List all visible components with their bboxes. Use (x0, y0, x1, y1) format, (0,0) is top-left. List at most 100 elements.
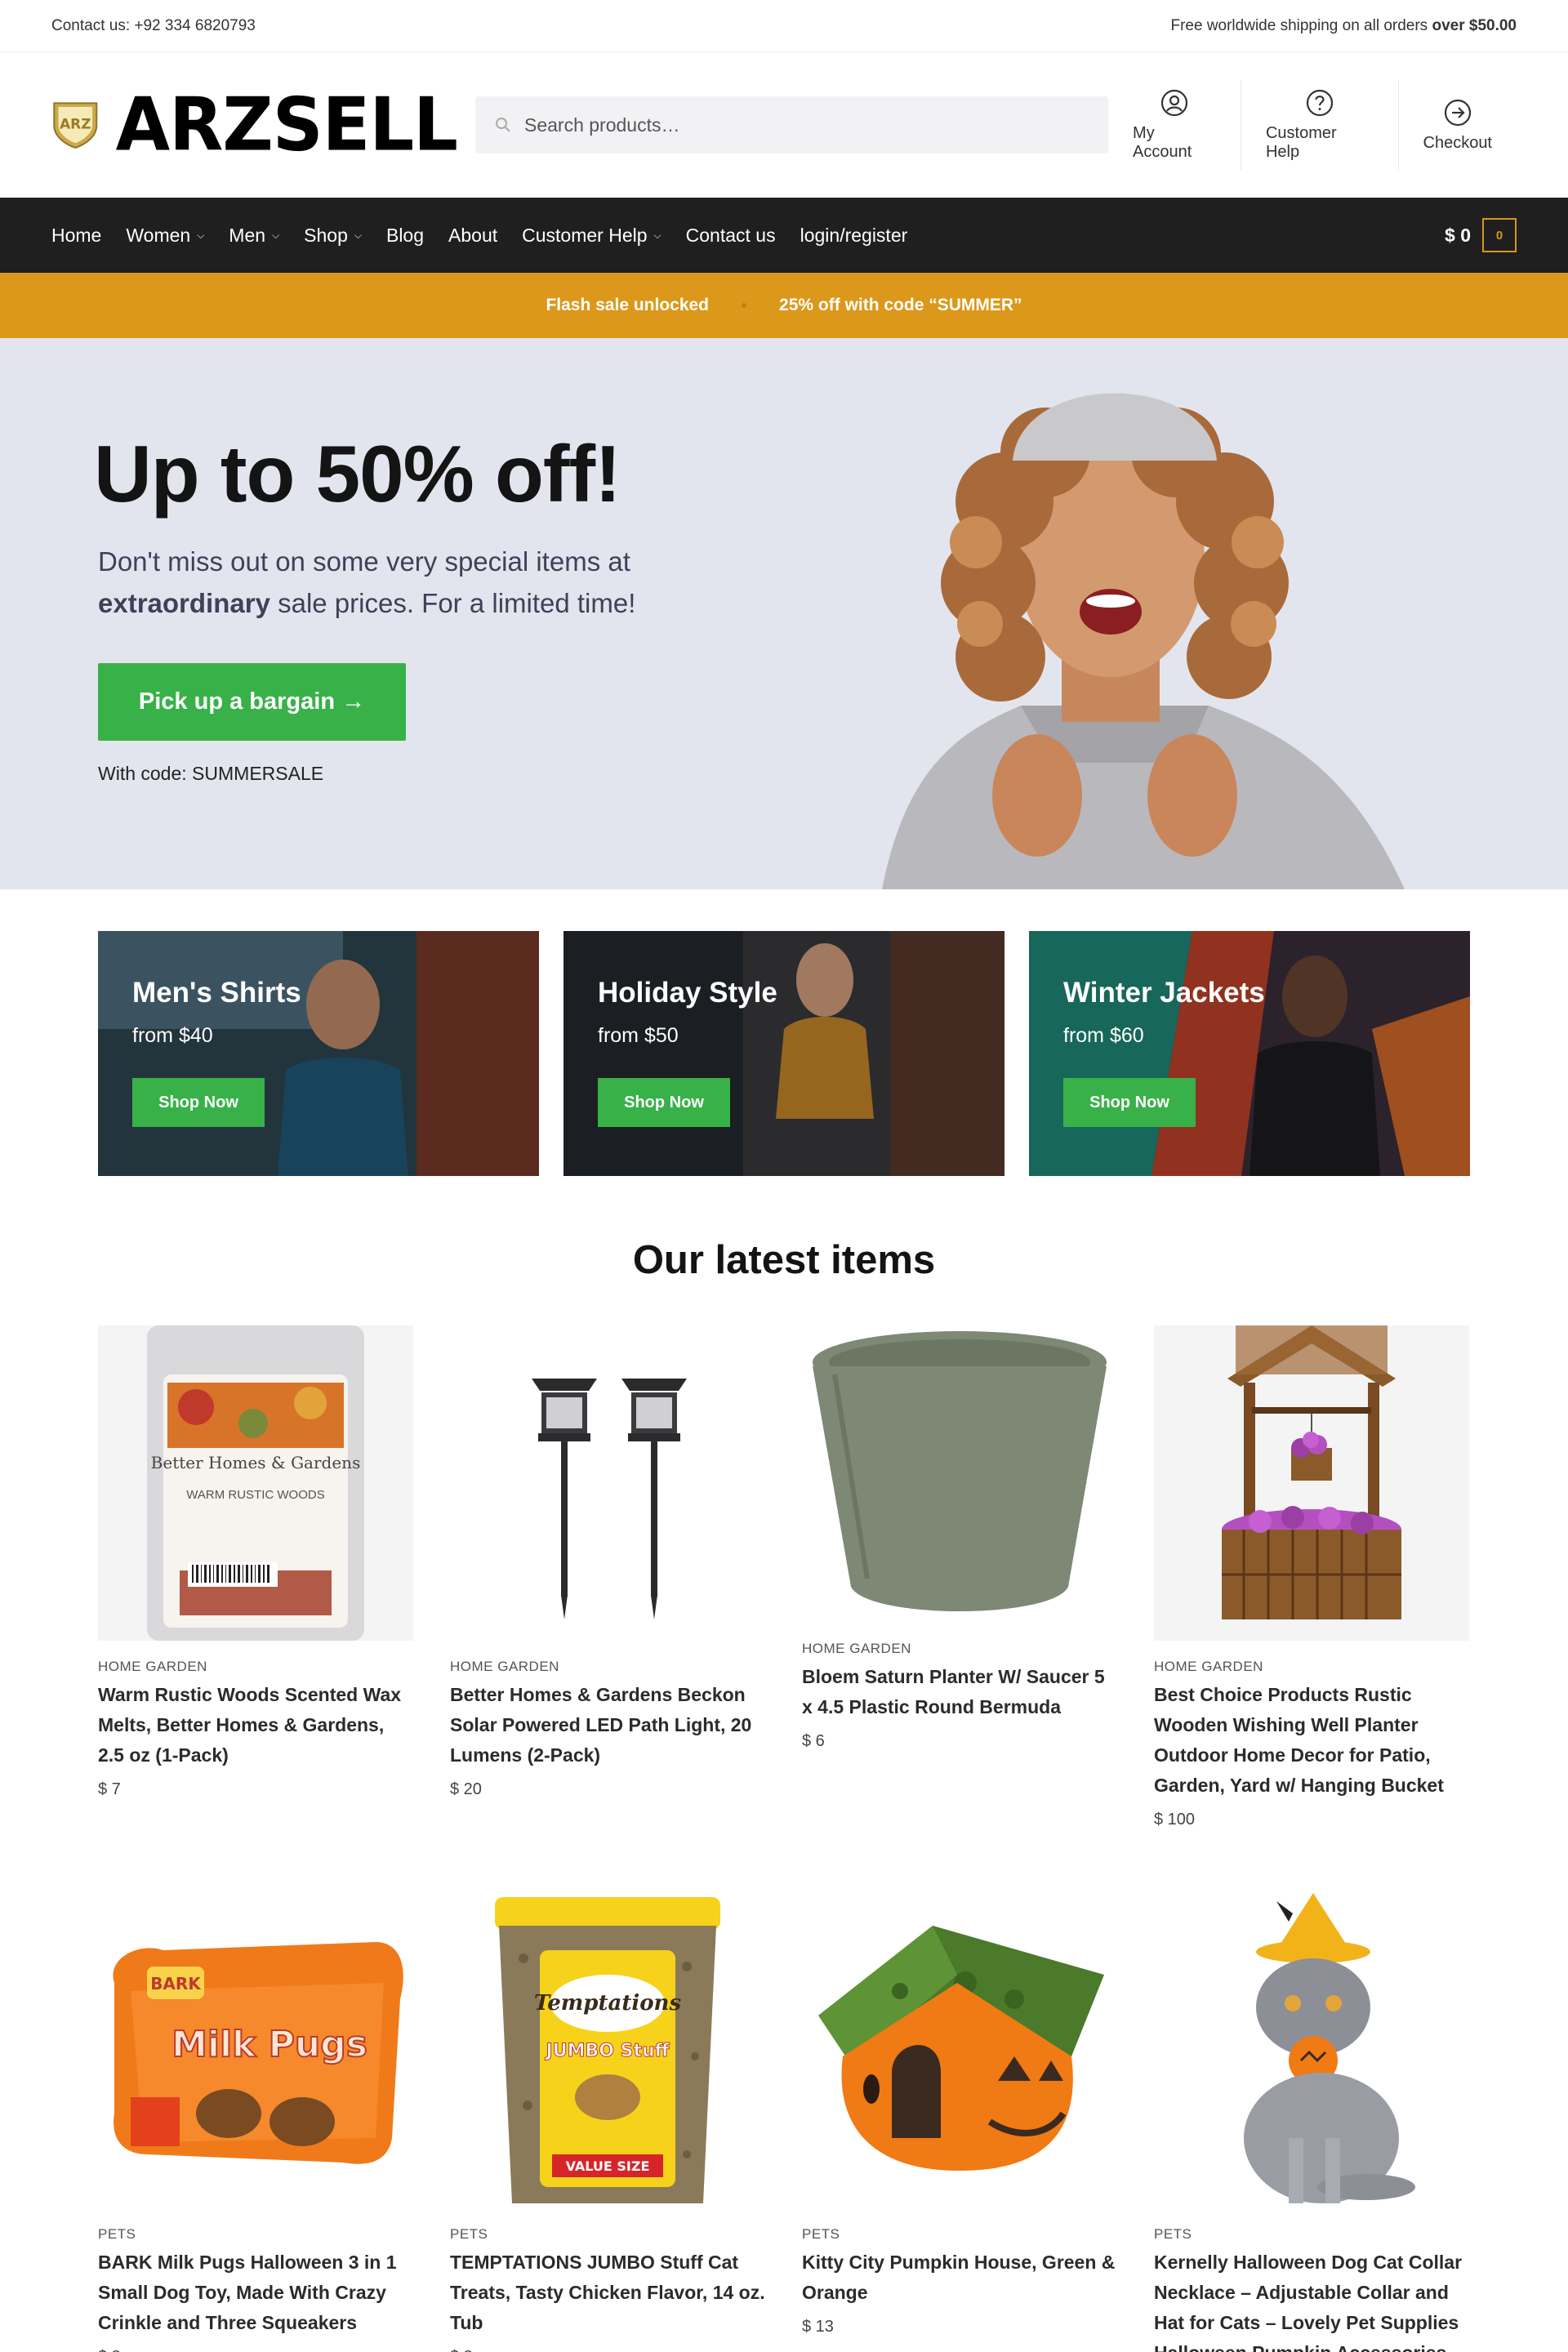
chevron-down-icon: ⌵ (653, 229, 662, 241)
search-icon (496, 118, 510, 132)
nav-item-men[interactable]: Men ⌵ (229, 225, 279, 247)
promo-left-text: Flash sale unlocked (546, 296, 710, 314)
nav-item-home[interactable]: Home (51, 225, 101, 247)
site-logo[interactable]: ARZ ARZSELL (51, 82, 458, 168)
product-name[interactable]: Better Homes & Gardens Beckon Solar Powe… (450, 1680, 765, 1771)
product-category[interactable]: HOME GARDEN (98, 1659, 413, 1675)
logo-shield-icon: ARZ (53, 102, 98, 149)
product-image[interactable] (1154, 1325, 1469, 1641)
product-card[interactable]: HOME GARDEN Better Homes & Gardens Becko… (450, 1325, 765, 1829)
product-label-text: VALUE SIZE (566, 2158, 650, 2174)
product-category[interactable]: PETS (450, 2226, 765, 2243)
checkout-link[interactable]: Checkout (1397, 80, 1517, 170)
nav-item-login[interactable]: login/register (800, 225, 908, 247)
chevron-down-icon: ⌵ (197, 229, 205, 241)
product-card[interactable]: PETS Kernelly Halloween Dog Cat Collar N… (1154, 1893, 1469, 2352)
product-category[interactable]: PETS (98, 2226, 413, 2243)
promo-right-text: 25% off with code “SUMMER” (779, 296, 1022, 314)
hero-title: Up to 50% off! (94, 429, 621, 519)
product-card[interactable]: PETS Kitty City Pumpkin House, Green & O… (802, 1893, 1117, 2352)
product-label-text: Milk Pugs (172, 2024, 368, 2065)
product-image[interactable]: BARK Milk Pugs (98, 1893, 413, 2208)
logo-text: ARZSELL (115, 82, 458, 168)
product-name[interactable]: Kitty City Pumpkin House, Green & Orange (802, 2247, 1117, 2308)
nav-item-blog[interactable]: Blog (386, 225, 424, 247)
svg-text:ARZ: ARZ (60, 116, 91, 132)
product-name[interactable]: TEMPTATIONS JUMBO Stuff Cat Treats, Tast… (450, 2247, 765, 2338)
product-price: $ 8 (450, 2348, 765, 2352)
nav-item-customer-help[interactable]: Customer Help ⌵ (522, 225, 662, 247)
tile-background-image (564, 931, 1004, 1176)
my-account-label: My Account (1133, 124, 1192, 161)
product-grid-row: BARK Milk Pugs PETS BARK Milk Pugs Hallo… (98, 1893, 1470, 2352)
product-image[interactable] (802, 1893, 1117, 2208)
product-name[interactable]: Bloem Saturn Planter W/ Saucer 5 x 4.5 P… (802, 1662, 1117, 1722)
product-label-text: Temptations (534, 1991, 682, 2016)
customer-help-link[interactable]: Customer Help (1240, 80, 1398, 170)
product-category[interactable]: HOME GARDEN (450, 1659, 765, 1675)
search-bar[interactable] (475, 96, 1109, 154)
site-header: ARZ ARZSELL My Account Customer Help Che… (0, 52, 1568, 198)
category-tiles: Men's Shirts from $40 Shop Now Holiday S… (98, 931, 1470, 1176)
top-bar: Contact us: +92 334 6820793 Free worldwi… (0, 0, 1568, 52)
shop-now-button[interactable]: Shop Now (598, 1078, 730, 1127)
product-category[interactable]: HOME GARDEN (802, 1641, 1117, 1657)
tile-price: from $60 (1063, 1024, 1144, 1047)
cart-total: $ 0 (1445, 224, 1471, 246)
cart-count-badge: 0 (1482, 218, 1517, 252)
nav-item-about[interactable]: About (448, 225, 497, 247)
product-name[interactable]: Warm Rustic Woods Scented Wax Melts, Bet… (98, 1680, 413, 1771)
product-card[interactable]: BARK Milk Pugs PETS BARK Milk Pugs Hallo… (98, 1893, 413, 2352)
chevron-down-icon: ⌵ (272, 229, 280, 241)
chevron-down-icon: ⌵ (354, 229, 362, 241)
arrow-right-circle-icon (1444, 99, 1471, 126)
product-price: $ 6 (802, 1732, 825, 1750)
tile-background-image (1029, 931, 1470, 1176)
tile-title: Winter Jackets (1063, 977, 1265, 1009)
product-name[interactable]: Best Choice Products Rustic Wooden Wishi… (1154, 1680, 1469, 1801)
category-tile-winter-jackets[interactable]: Winter Jackets from $60 Shop Now (1029, 931, 1470, 1176)
product-price: $ 7 (98, 1780, 121, 1798)
search-input[interactable] (524, 114, 1047, 136)
nav-item-women[interactable]: Women ⌵ (126, 225, 204, 247)
product-image[interactable] (1154, 1893, 1469, 2208)
tile-title: Holiday Style (598, 977, 777, 1009)
nav-item-contact[interactable]: Contact us (686, 225, 776, 247)
contact-text: Contact us: +92 334 6820793 (51, 16, 256, 34)
product-image[interactable]: Temptations JUMBO Stuff VALUE SIZE (450, 1893, 765, 2208)
product-label-text: Better Homes & Gardens (151, 1453, 361, 1472)
product-card[interactable]: HOME GARDEN Best Choice Products Rustic … (1154, 1325, 1469, 1829)
cart-button[interactable]: $ 0 0 (1445, 218, 1517, 252)
my-account-link[interactable]: My Account (1108, 80, 1241, 170)
hero-promo-code: With code: SUMMERSALE (98, 763, 324, 784)
category-tile-holiday-style[interactable]: Holiday Style from $50 Shop Now (564, 931, 1004, 1176)
product-card[interactable]: Temptations JUMBO Stuff VALUE SIZE PETS … (450, 1893, 765, 2352)
product-category[interactable]: PETS (802, 2226, 1117, 2243)
product-category[interactable]: PETS (1154, 2226, 1469, 2243)
product-image[interactable] (802, 1325, 1117, 1623)
latest-items-heading: Our latest items (632, 1238, 936, 1282)
customer-help-label: Customer Help (1265, 124, 1337, 161)
product-card[interactable]: HOME GARDEN Bloem Saturn Planter W/ Sauc… (802, 1325, 1117, 1829)
hero-model-image (817, 338, 1568, 889)
product-card[interactable]: Better Homes & Gardens WARM RUSTIC WOODS… (98, 1325, 413, 1829)
nav-item-shop[interactable]: Shop ⌵ (304, 225, 362, 247)
product-price: $ 100 (1154, 1811, 1196, 1829)
category-tile-mens-shirts[interactable]: Men's Shirts from $40 Shop Now (98, 931, 539, 1176)
shop-now-button[interactable]: Shop Now (132, 1078, 265, 1127)
product-grid-row: Better Homes & Gardens WARM RUSTIC WOODS… (98, 1325, 1470, 1829)
product-image[interactable]: Better Homes & Gardens WARM RUSTIC WOODS (98, 1325, 413, 1641)
tile-background-image (98, 931, 539, 1176)
product-name[interactable]: BARK Milk Pugs Halloween 3 in 1 Small Do… (98, 2247, 413, 2338)
product-price: $ 20 (450, 1780, 482, 1798)
question-circle-icon (1306, 89, 1333, 117)
hero-cta-button[interactable]: Pick up a bargain → (98, 663, 406, 741)
shop-now-button[interactable]: Shop Now (1063, 1078, 1196, 1127)
promo-banner: Flash sale unlocked 25% off with code “S… (0, 273, 1568, 338)
product-image[interactable] (450, 1325, 765, 1641)
product-name[interactable]: Kernelly Halloween Dog Cat Collar Neckla… (1154, 2247, 1469, 2352)
product-price: $ 13 (802, 2318, 834, 2336)
product-label-text: JUMBO Stuff (545, 2041, 670, 2061)
product-category[interactable]: HOME GARDEN (1154, 1659, 1469, 1675)
header-links: My Account Customer Help Checkout (1108, 80, 1517, 170)
